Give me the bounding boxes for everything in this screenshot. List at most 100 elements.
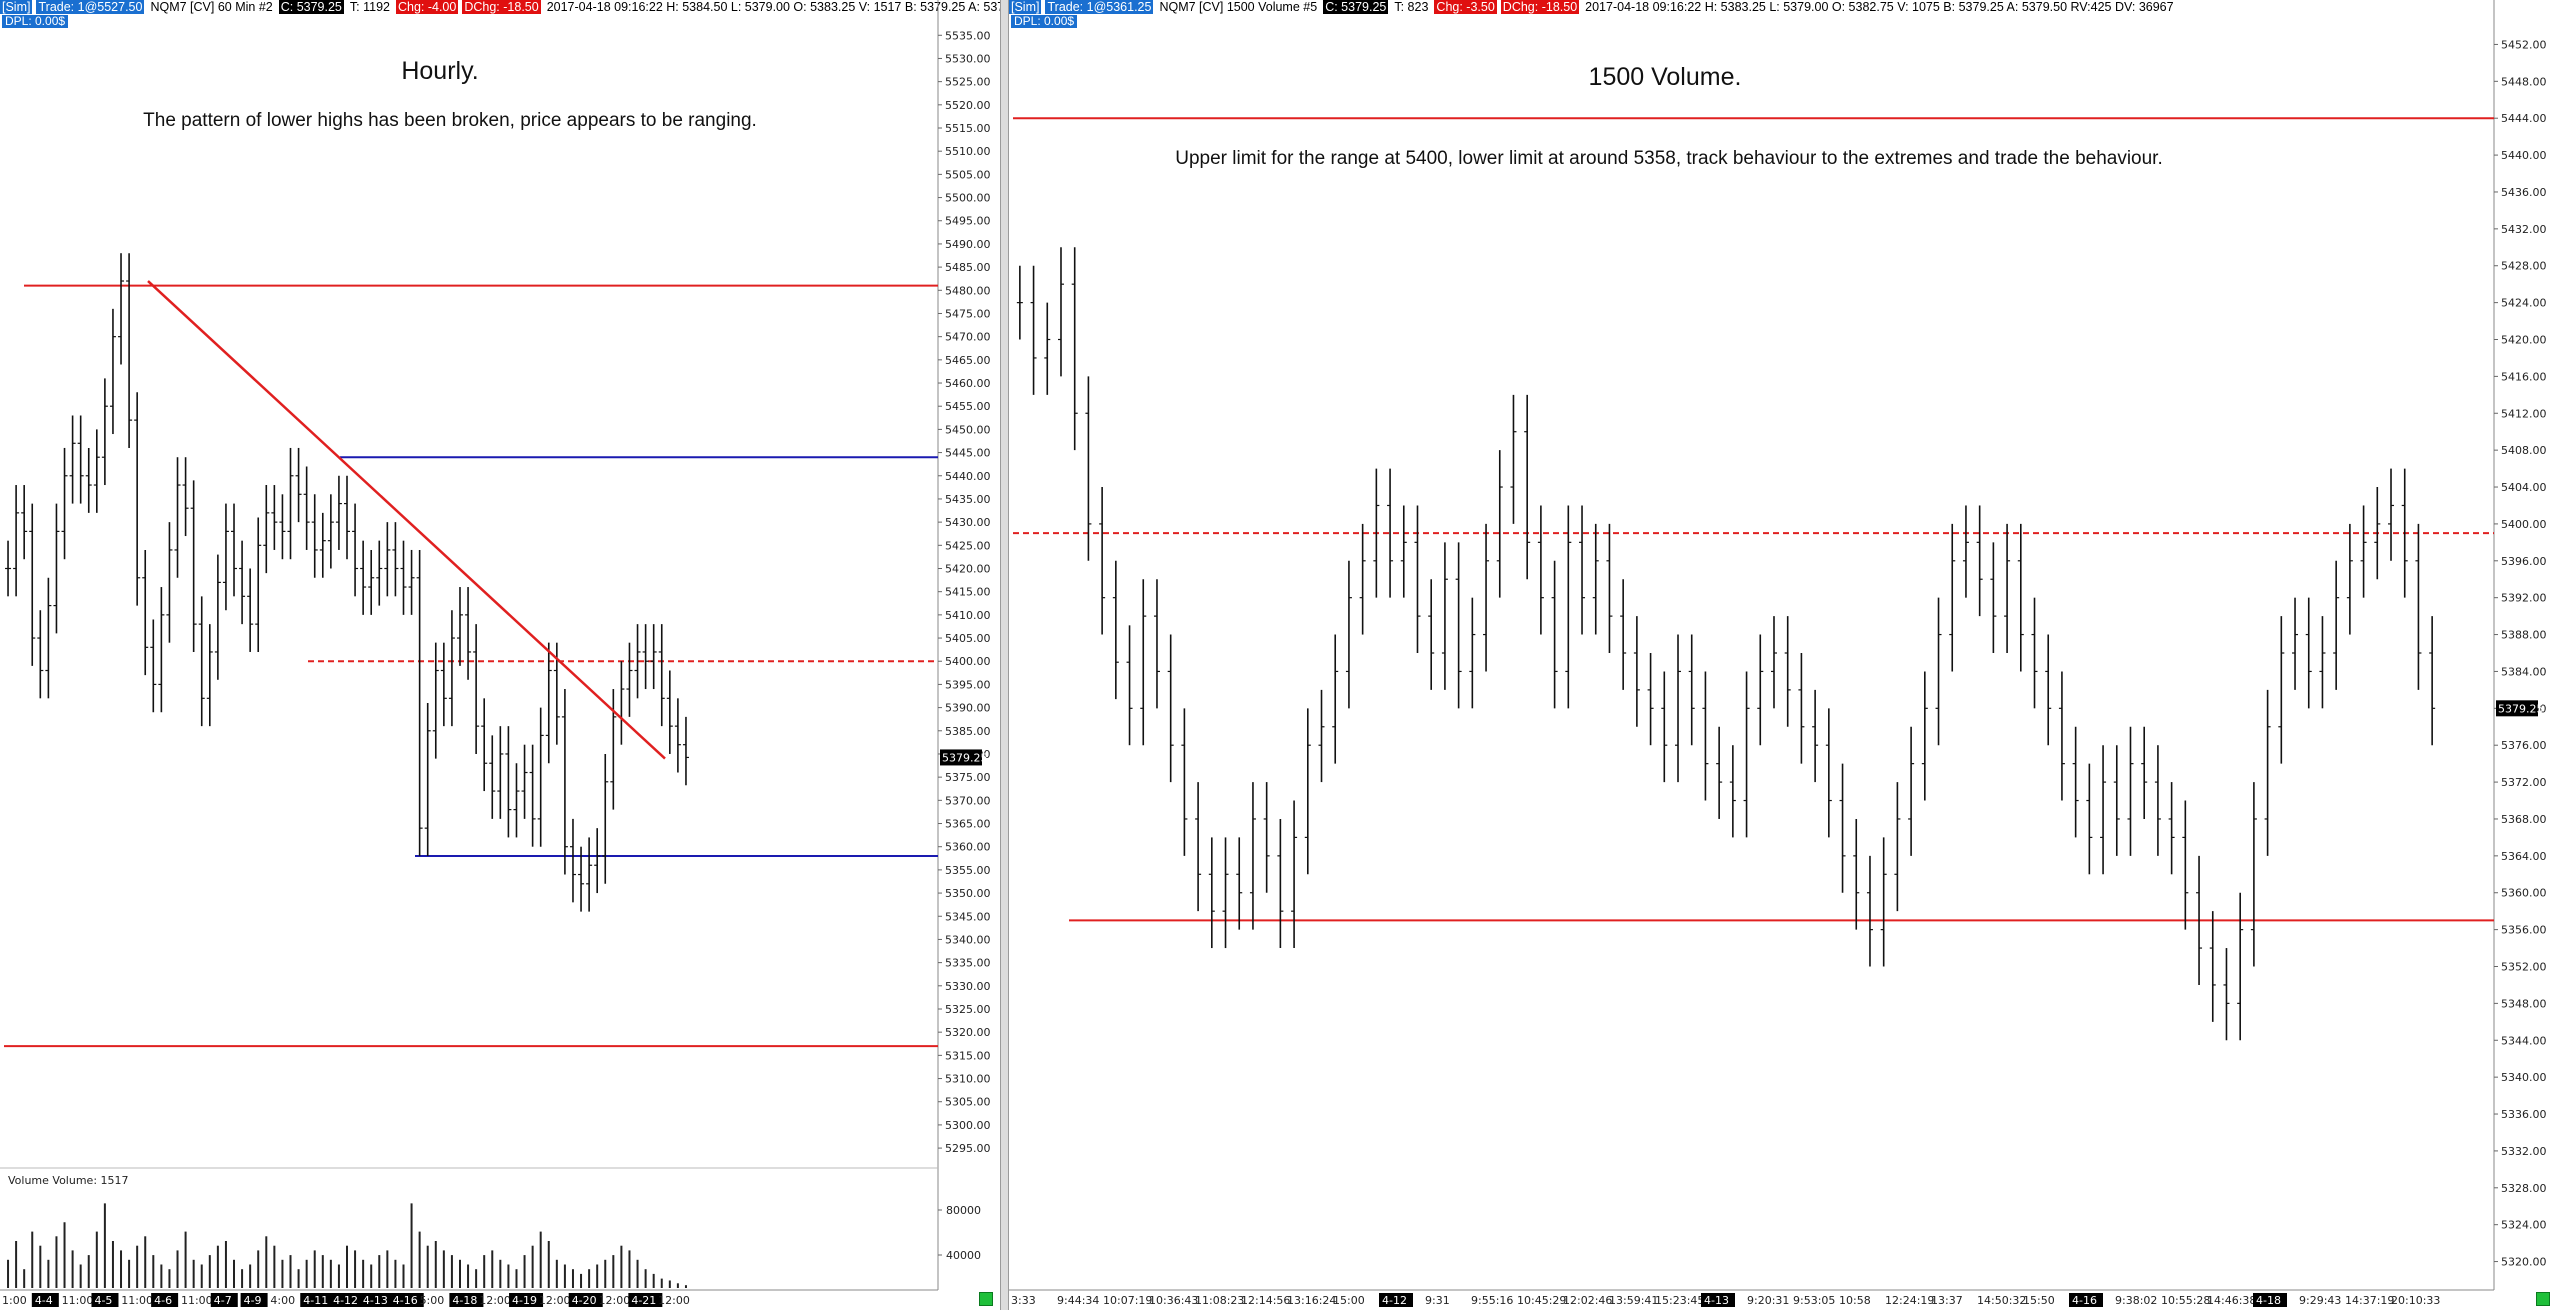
- price-tick-label: 5335.00: [945, 957, 991, 970]
- pane-splitter[interactable]: [1000, 0, 1009, 1310]
- date-label: 4-13: [1704, 1294, 1729, 1307]
- time-label: 9:53:05: [1793, 1294, 1835, 1307]
- time-label: 10:36:43: [1149, 1294, 1198, 1307]
- price-tick-label: 5515.00: [945, 122, 991, 135]
- price-tick-label: 5360.00: [2501, 887, 2547, 900]
- price-tick-label: 5295.00: [945, 1142, 991, 1155]
- price-tick-label: 5390.00: [945, 702, 991, 715]
- price-tick-label: 5420.00: [2501, 334, 2547, 347]
- price-tick-label: 5404.00: [2501, 481, 2547, 494]
- price-tick-label: 5445.00: [945, 447, 991, 460]
- price-tick-label: 5495.00: [945, 215, 991, 228]
- time-label: 12:00: [599, 1294, 631, 1307]
- price-tick-label: 5432.00: [2501, 223, 2547, 236]
- time-label: 9:44:34: [1057, 1294, 1099, 1307]
- price-tick-label: 5350.00: [945, 887, 991, 900]
- price-tick-label: 5372.00: [2501, 776, 2547, 789]
- time-label: 12:00: [479, 1294, 511, 1307]
- price-tick-label: 5325.00: [945, 1003, 991, 1016]
- price-tick-label: 5420.00: [945, 562, 991, 575]
- time-label: 20:10:33: [2391, 1294, 2440, 1307]
- price-tick-label: 5340.00: [2501, 1071, 2547, 1084]
- time-label: 10:58: [1839, 1294, 1871, 1307]
- date-label: 4-12: [333, 1294, 358, 1307]
- price-tick-label: 5355.00: [945, 864, 991, 877]
- price-tick-label: 5376.00: [2501, 739, 2547, 752]
- price-tick-label: 5424.00: [2501, 297, 2547, 310]
- time-label: 9:20:31: [1747, 1294, 1789, 1307]
- price-tick-label: 5452.00: [2501, 38, 2547, 51]
- price-tick-label: 5415.00: [945, 586, 991, 599]
- time-label: 15:00: [1333, 1294, 1365, 1307]
- price-tick-label: 5352.00: [2501, 961, 2547, 974]
- price-tick-label: 5340.00: [945, 933, 991, 946]
- price-tick-label: 5448.00: [2501, 75, 2547, 88]
- price-tick-label: 5385.00: [945, 725, 991, 738]
- date-label: 4-7: [214, 1294, 232, 1307]
- time-label: 9:38:02: [2115, 1294, 2157, 1307]
- price-tick-label: 5305.00: [945, 1096, 991, 1109]
- price-tick-label: 5400.00: [2501, 518, 2547, 531]
- time-label: 9:55:16: [1471, 1294, 1513, 1307]
- price-tick-label: 5428.00: [2501, 260, 2547, 273]
- time-label: 15:50: [2023, 1294, 2055, 1307]
- date-label: 4-13: [363, 1294, 388, 1307]
- volume-chart-pane[interactable]: [Sim] Trade: 1@5361.25 NQM7 [CV] 1500 Vo…: [1009, 0, 2551, 1310]
- time-label: 13:16:24: [1287, 1294, 1336, 1307]
- price-tick-label: 5480.00: [945, 284, 991, 297]
- date-label: 4-6: [154, 1294, 172, 1307]
- price-tick-label: 5412.00: [2501, 407, 2547, 420]
- date-label: 4-9: [244, 1294, 262, 1307]
- volume-tick-label: 40000: [946, 1249, 981, 1262]
- time-label: 15:23:45: [1655, 1294, 1704, 1307]
- price-tick-label: 5444.00: [2501, 112, 2547, 125]
- time-label: 9:29:43: [2299, 1294, 2341, 1307]
- price-tick-label: 5388.00: [2501, 629, 2547, 642]
- time-label: 12:14:56: [1241, 1294, 1290, 1307]
- price-tick-label: 5465.00: [945, 354, 991, 367]
- price-tick-label: 5320.00: [945, 1026, 991, 1039]
- price-tick-label: 5475.00: [945, 307, 991, 320]
- volume-price-chart[interactable]: 5452.00 5448.00 5444.00 5440.00 5436.00 5432.…: [1009, 0, 2551, 1310]
- time-label: 13:37: [1931, 1294, 1963, 1307]
- price-tick-label: 5328.00: [2501, 1182, 2547, 1195]
- price-tick-label: 5405.00: [945, 632, 991, 645]
- time-label: 12:24:19: [1885, 1294, 1934, 1307]
- price-tick-label: 5310.00: [945, 1073, 991, 1086]
- price-tick-label: 5430.00: [945, 516, 991, 529]
- price-tick-label: 5500.00: [945, 192, 991, 205]
- time-label: 14:50:32: [1977, 1294, 2026, 1307]
- date-label: 4-20: [572, 1294, 597, 1307]
- price-tick-label: 5370.00: [945, 794, 991, 807]
- time-label: 11:00: [121, 1294, 153, 1307]
- price-tick-label: 5330.00: [945, 980, 991, 993]
- hourly-chart-pane[interactable]: [Sim] Trade: 1@5527.50 NQM7 [CV] 60 Min …: [0, 0, 1000, 1310]
- date-label: 4-18: [452, 1294, 477, 1307]
- price-tick-label: 5440.00: [2501, 149, 2547, 162]
- last-price-label: 5379.25: [942, 751, 988, 764]
- price-tick-label: 5392.00: [2501, 592, 2547, 605]
- price-tick-label: 5324.00: [2501, 1219, 2547, 1232]
- price-tick-label: 5505.00: [945, 168, 991, 181]
- price-tick-label: 5436.00: [2501, 186, 2547, 199]
- price-tick-label: 5348.00: [2501, 997, 2547, 1010]
- time-label: 10:07:19: [1103, 1294, 1152, 1307]
- date-label: 4-4: [35, 1294, 53, 1307]
- date-label: 4-16: [2072, 1294, 2097, 1307]
- price-tick-label: 5375.00: [945, 771, 991, 784]
- connection-status-icon: [2536, 1292, 2550, 1306]
- price-tick-label: 5395.00: [945, 678, 991, 691]
- price-tick-label: 5396.00: [2501, 555, 2547, 568]
- time-label: 10:55:28: [2161, 1294, 2210, 1307]
- price-tick-label: 5416.00: [2501, 370, 2547, 383]
- price-tick-label: 5408.00: [2501, 444, 2547, 457]
- connection-status-icon: [979, 1292, 993, 1306]
- time-label: 12:00: [658, 1294, 690, 1307]
- time-label: 9:31: [1425, 1294, 1450, 1307]
- price-tick-label: 5336.00: [2501, 1108, 2547, 1121]
- price-tick-label: 5332.00: [2501, 1145, 2547, 1158]
- time-label: 5:00: [420, 1294, 445, 1307]
- hourly-price-chart[interactable]: 5535.00 5530.00 5525.00 5520.00 5515.00 5510.…: [0, 0, 1000, 1310]
- time-label: 3:33: [1011, 1294, 1036, 1307]
- price-tick-label: 5510.00: [945, 145, 991, 158]
